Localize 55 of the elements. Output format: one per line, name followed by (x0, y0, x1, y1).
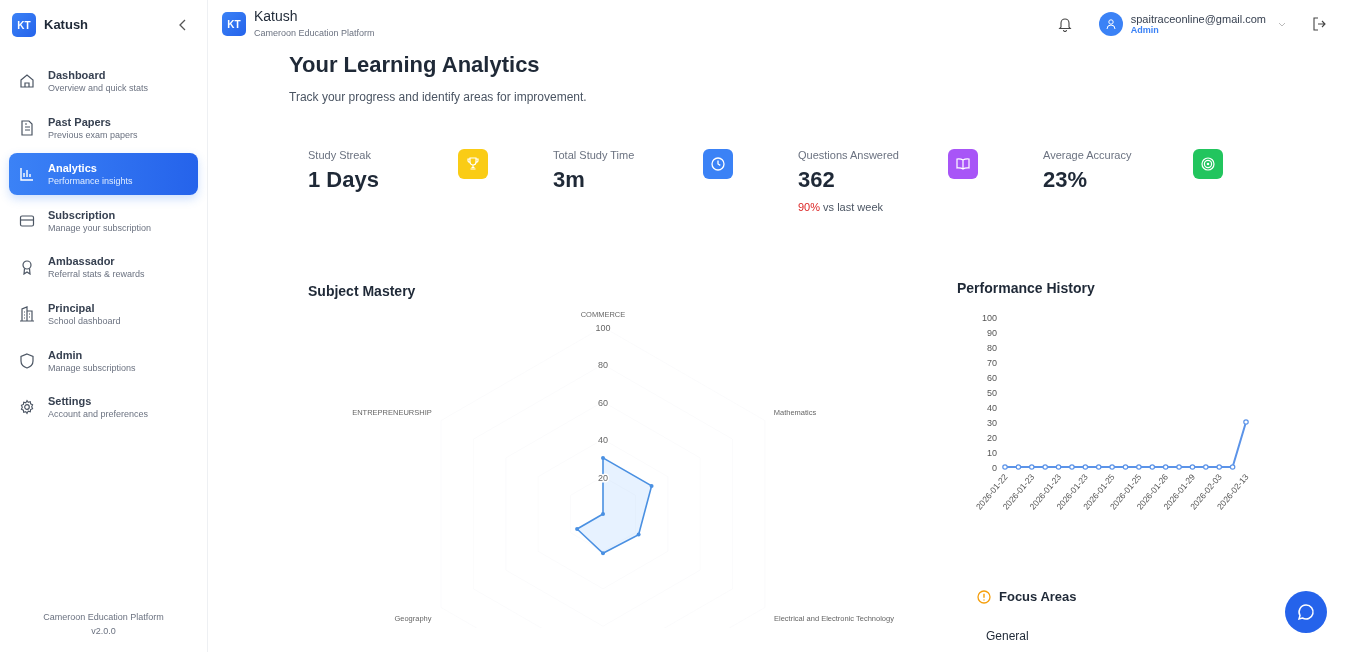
nav-subtitle: Referral stats & rewards (48, 268, 145, 281)
tick-label: 80 (598, 360, 608, 371)
tick-label: 100 (595, 323, 611, 334)
nav-title: Ambassador (48, 254, 116, 269)
nav-subtitle: Account and preferences (48, 408, 149, 421)
stat-label: Questions Answered (798, 148, 900, 164)
nav-title: Admin (48, 347, 84, 362)
y-tick-label: 0 (992, 462, 997, 473)
stat-label: Average Accuracy (1043, 148, 1133, 164)
stat-value: 3m (553, 166, 586, 193)
nav-title: Settings (48, 394, 93, 409)
brand-name: Katush (44, 16, 89, 35)
page-subtitle: Track your progress and identify areas for improvement. (289, 89, 588, 107)
y-tick-label: 60 (987, 372, 997, 383)
nav-title: Past Papers (48, 114, 112, 129)
user-email: spaitraceonline@gmail.com (1130, 12, 1266, 26)
version-text: v2.0.0 (90, 624, 117, 638)
y-tick-label: 90 (987, 327, 997, 338)
stat-value: 362 (798, 166, 836, 193)
nav-title: Dashboard (48, 68, 107, 82)
nav-subtitle: School dashboard (48, 314, 121, 327)
logo: KT (222, 12, 246, 36)
focus-area-item: General (986, 627, 1030, 645)
y-tick-label: 30 (987, 417, 997, 428)
tick-label: 40 (598, 435, 608, 446)
nav-subtitle: Performance insights (48, 175, 133, 188)
app-subtitle: Cameroon Education Platform (254, 28, 375, 39)
y-tick-label: 40 (987, 402, 997, 413)
nav-subtitle: Previous exam papers (48, 128, 138, 141)
chart-title: Performance History (957, 279, 1096, 299)
page-title: Your Learning Analytics (289, 52, 541, 79)
stat-label: Total Study Time (553, 148, 636, 164)
stat-value: 23% (1043, 166, 1089, 193)
stat-change: 90% vs last week (798, 199, 884, 215)
nav-subtitle: Overview and quick stats (48, 82, 149, 94)
nav-title: Analytics (48, 161, 98, 176)
stat-value: 1 Days (308, 166, 380, 193)
y-tick-label: 10 (987, 447, 997, 458)
nav-subtitle: Manage your subscription (48, 221, 152, 234)
nav-title: Principal (48, 300, 96, 315)
footer-text: Cameroon Education Platform (42, 611, 165, 624)
nav-title: Subscription (48, 207, 117, 222)
nav-subtitle: Manage subscriptions (48, 361, 136, 374)
y-tick-label: 100 (981, 312, 997, 323)
y-tick-label: 80 (987, 342, 997, 353)
y-tick-label: 50 (987, 387, 997, 398)
stat-label: Study Streak (308, 148, 372, 164)
app-title: Katush (254, 9, 299, 25)
section-title: Focus Areas (999, 588, 1077, 607)
user-role: Admin (1130, 25, 1160, 36)
logo: KT (12, 13, 36, 37)
y-tick-label: 20 (987, 432, 997, 443)
tick-label: 60 (598, 398, 608, 409)
y-tick-label: 70 (987, 357, 997, 368)
chart-title: Subject Mastery (307, 282, 417, 302)
